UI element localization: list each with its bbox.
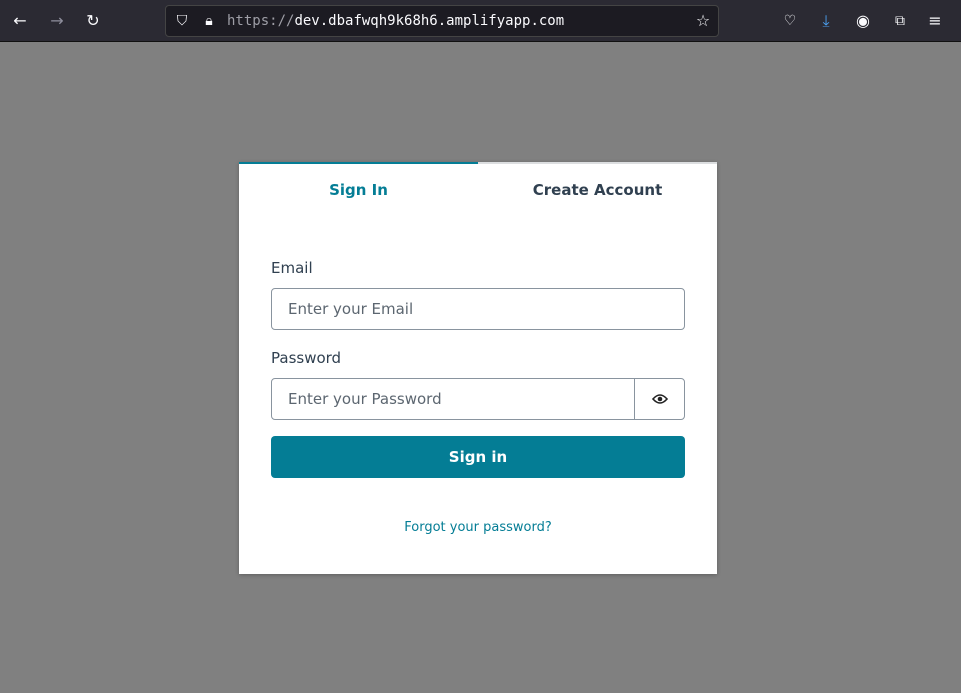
url-scheme: https://: [227, 13, 295, 29]
address-bar[interactable]: ⛉ 🔒︎ https://dev.dbafwqh9k68h6.amplifyap…: [165, 5, 719, 37]
menu-icon[interactable]: ≡: [925, 11, 945, 31]
email-label: Email: [271, 259, 313, 277]
reload-icon[interactable]: ↻: [83, 11, 103, 31]
auth-card: Sign In Create Account Email Password Si…: [239, 162, 717, 574]
lock-icon[interactable]: 🔒︎: [199, 11, 219, 31]
extensions-icon[interactable]: ⧉: [890, 11, 910, 31]
sign-in-button[interactable]: Sign in: [271, 436, 685, 478]
email-input[interactable]: [271, 288, 685, 330]
pocket-icon[interactable]: ♡: [780, 11, 800, 31]
forward-icon[interactable]: →: [47, 11, 67, 31]
password-input[interactable]: [271, 378, 635, 420]
url-host: dev.dbafwqh9k68h6.amplifyapp.com: [294, 13, 565, 29]
shield-icon[interactable]: ⛉: [172, 11, 192, 31]
browser-toolbar: ← → ↻ ⛉ 🔒︎ https://dev.dbafwqh9k68h6.amp…: [0, 0, 961, 42]
star-icon[interactable]: ☆: [693, 11, 713, 31]
password-label: Password: [271, 349, 342, 367]
eye-icon: [651, 394, 668, 404]
tab-sign-in[interactable]: Sign In: [239, 162, 478, 214]
back-icon[interactable]: ←: [10, 11, 30, 31]
account-icon[interactable]: ◉: [853, 11, 873, 31]
tab-create-account[interactable]: Create Account: [478, 162, 717, 214]
download-icon[interactable]: ⤓: [816, 11, 836, 31]
show-password-button[interactable]: [634, 378, 685, 420]
forgot-password-link[interactable]: Forgot your password?: [239, 520, 717, 535]
